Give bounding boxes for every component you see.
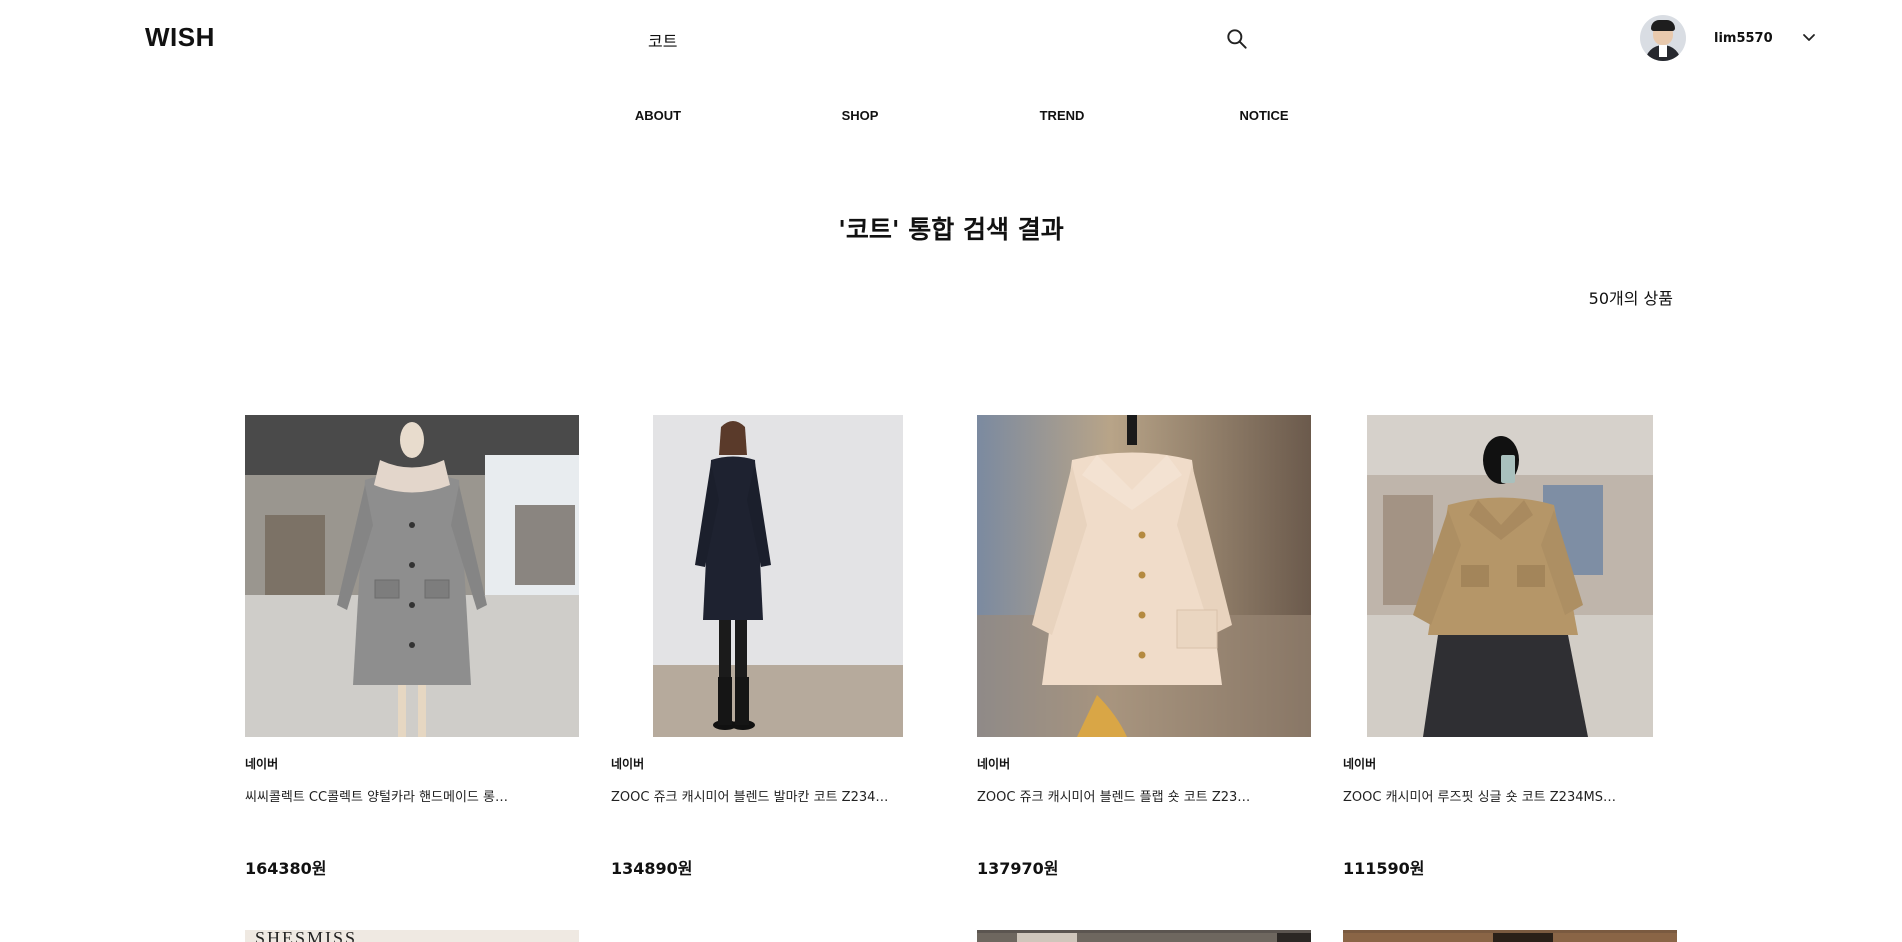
page-title: '코트' 통합 검색 결과 (838, 215, 1064, 244)
nav-notice[interactable]: NOTICE (1239, 108, 1288, 123)
product-card[interactable]: 네이버 씨씨콜렉트 CC콜렉트 양털카라 핸드메이드 롱… 164380원 (245, 415, 579, 878)
product-name[interactable]: ZOOC 쥬크 캐시미어 블렌드 발마칸 코트 Z234… (611, 786, 945, 805)
product-card[interactable]: 네이버 ZOOC 캐시미어 루즈핏 싱글 숏 코트 Z234MS… 111590… (1343, 415, 1677, 878)
chevron-down-icon[interactable] (1801, 30, 1817, 46)
search-icon[interactable] (1224, 26, 1250, 52)
product-name[interactable]: 씨씨콜렉트 CC콜렉트 양털카라 핸드메이드 롱… (245, 786, 579, 805)
nav-trend[interactable]: TREND (1040, 108, 1085, 123)
product-mall: 네이버 (245, 757, 279, 771)
product-image[interactable] (977, 933, 1311, 942)
product-mall: 네이버 (611, 757, 645, 771)
product-card[interactable]: SHESMISS (245, 930, 579, 942)
product-price: 111590원 (1343, 859, 1425, 878)
product-image[interactable] (611, 415, 945, 737)
nav-shop[interactable]: SHOP (842, 108, 879, 123)
product-card[interactable]: 네이버 ZOOC 쥬크 캐시미어 블렌드 발마칸 코트 Z234… 134890… (611, 415, 945, 878)
search-bar (646, 18, 1247, 58)
search-input[interactable] (646, 26, 1170, 54)
product-mall: 네이버 (977, 757, 1011, 771)
product-image[interactable] (1343, 415, 1677, 737)
product-name[interactable]: ZOOC 캐시미어 루즈핏 싱글 숏 코트 Z234MS… (1343, 786, 1677, 805)
product-price: 137970원 (977, 859, 1059, 878)
product-image[interactable] (1343, 933, 1677, 942)
avatar[interactable] (1640, 15, 1686, 61)
product-image[interactable] (245, 415, 579, 737)
main-nav: ABOUT SHOP TREND NOTICE (0, 108, 1902, 128)
product-name[interactable]: ZOOC 쥬크 캐시미어 블렌드 플랩 숏 코트 Z23… (977, 786, 1311, 805)
user-menu[interactable]: lim5570 (1640, 13, 1817, 63)
header: WISH lim5570 (0, 0, 1902, 75)
logo[interactable]: WISH (145, 22, 215, 53)
product-card[interactable] (1343, 930, 1677, 942)
product-mall: 네이버 (1343, 757, 1377, 771)
result-count: 50개의 상품 (1588, 289, 1673, 308)
product-image-text: SHESMISS (255, 930, 358, 942)
username[interactable]: lim5570 (1714, 31, 1773, 46)
product-price: 164380원 (245, 859, 327, 878)
product-card[interactable]: 네이버 ZOOC 쥬크 캐시미어 블렌드 플랩 숏 코트 Z23… 137970… (977, 415, 1311, 878)
product-price: 134890원 (611, 859, 693, 878)
product-image[interactable] (977, 415, 1311, 737)
nav-about[interactable]: ABOUT (635, 108, 681, 123)
product-card[interactable] (977, 930, 1311, 942)
